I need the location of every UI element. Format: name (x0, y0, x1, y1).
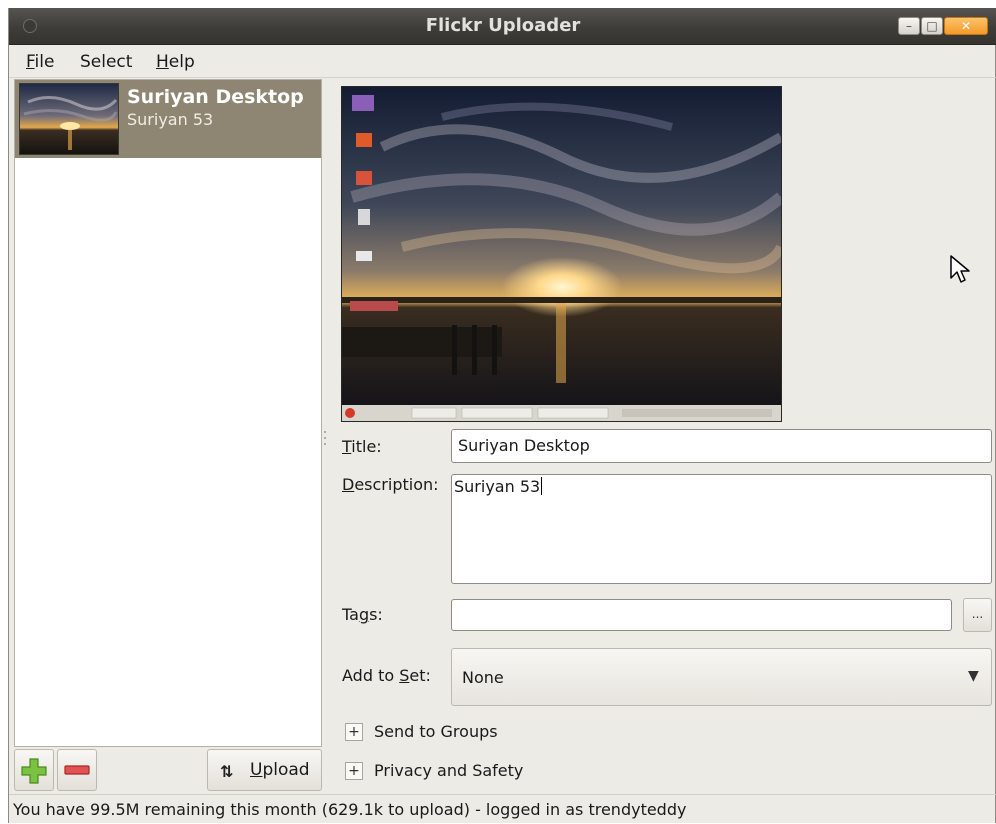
set-label: Add to Set: (342, 666, 431, 685)
title-label: Title: (342, 437, 382, 456)
maximize-button[interactable]: □ (921, 17, 943, 35)
set-dropdown[interactable]: None ▼ (451, 648, 992, 706)
app-window: Flickr Uploader – □ ✕ File Select Help S… (8, 8, 996, 823)
upload-arrows-icon: ⇅ (220, 762, 234, 781)
photo-item-subtitle: Suriyan 53 (127, 110, 214, 129)
minus-icon (64, 765, 90, 775)
title-bar[interactable]: Flickr Uploader – □ ✕ (9, 8, 996, 45)
title-label-mnemonic: T (342, 437, 352, 456)
privacy-and-safety-label: Privacy and Safety (374, 761, 524, 780)
upload-label-rest: pload (262, 760, 310, 780)
description-text: Suriyan 53 (454, 477, 541, 496)
tags-label-pre: Ta (342, 605, 359, 624)
status-text: You have 99.5M remaining this month (629… (13, 800, 687, 819)
description-field[interactable]: Suriyan 53 (451, 474, 992, 584)
tags-label-mnemonic: g (358, 605, 370, 624)
menu-help-mnemonic: H (156, 52, 169, 72)
description-label-rest: escription: (354, 475, 439, 494)
menu-select[interactable]: Select (80, 52, 132, 72)
tags-browse-button[interactable]: ... (963, 598, 992, 632)
description-label: Description: (342, 475, 439, 494)
menu-bar: File Select Help (9, 45, 996, 78)
title-field[interactable]: Suriyan Desktop (451, 429, 992, 463)
send-to-groups-label: Send to Groups (374, 722, 498, 741)
title-label-rest: itle: (351, 437, 382, 456)
minimize-button[interactable]: – (898, 17, 920, 35)
upload-label: Upload (250, 760, 310, 780)
window-title: Flickr Uploader (425, 15, 581, 36)
mouse-pointer-icon (950, 255, 970, 283)
plus-icon (21, 758, 47, 784)
photo-list[interactable]: Suriyan Desktop Suriyan 53 (14, 79, 322, 747)
menu-select-label: Select (80, 52, 133, 72)
upload-button[interactable]: ⇅ Upload (207, 749, 322, 791)
tags-label-rest: s: (369, 605, 383, 624)
text-caret (541, 477, 543, 495)
set-dropdown-value: None (462, 668, 504, 687)
photo-preview (341, 86, 782, 422)
menu-help[interactable]: Help (156, 52, 195, 72)
remove-photo-button[interactable] (57, 749, 97, 791)
menu-file-mnemonic: F (26, 52, 35, 72)
add-photo-button[interactable] (14, 749, 54, 791)
tags-label: Tags: (342, 605, 383, 624)
set-label-rest: et: (409, 666, 431, 685)
expand-plus-icon: + (345, 723, 363, 741)
pane-resize-handle[interactable] (322, 428, 328, 448)
set-label-pre: Add to (342, 666, 400, 685)
photo-item-title: Suriyan Desktop (127, 86, 304, 108)
dropdown-arrow-icon: ▼ (968, 668, 979, 684)
menu-help-label: elp (168, 52, 195, 72)
menu-file-label: ile (34, 52, 55, 72)
set-label-mnemonic: S (399, 666, 410, 685)
status-bar: You have 99.5M remaining this month (629… (9, 794, 996, 824)
tags-field[interactable] (451, 599, 952, 631)
menu-file[interactable]: File (26, 52, 54, 72)
photo-thumbnail (19, 83, 119, 155)
upload-mnemonic: U (250, 760, 263, 780)
expand-plus-icon: + (345, 762, 363, 780)
description-label-mnemonic: D (342, 475, 355, 494)
close-button[interactable]: ✕ (944, 17, 988, 35)
photo-list-item[interactable]: Suriyan Desktop Suriyan 53 (15, 80, 321, 158)
